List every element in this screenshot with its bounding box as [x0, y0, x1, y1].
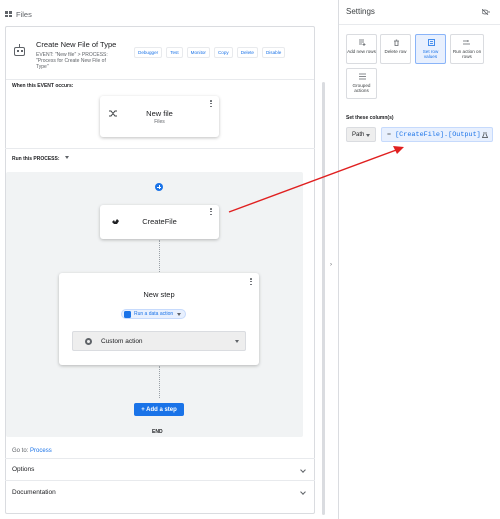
event-title: New file	[146, 109, 173, 118]
settings-title: Settings	[346, 7, 375, 16]
tile-run-action-on-rows[interactable]: Run action on rows	[450, 34, 484, 64]
expression-input[interactable]: = [CreateFile].[Output]	[381, 127, 493, 142]
automation-title: Create New File of Type	[36, 40, 117, 49]
debugger-button[interactable]: Debugger	[134, 47, 163, 58]
chevron-down-icon	[366, 134, 370, 137]
tile-label: Set row values	[422, 49, 439, 60]
step-createfile-card[interactable]: CreateFile	[100, 205, 219, 239]
set-values-icon	[428, 39, 435, 46]
chevron-down-icon	[300, 489, 306, 495]
settings-panel: Settings Add new rows Delete row Set row…	[338, 0, 500, 519]
files-header[interactable]: Files	[0, 0, 320, 28]
chevron-down-icon	[177, 312, 182, 316]
custom-action-select[interactable]: Custom action	[72, 331, 246, 351]
step-new-card[interactable]: New step Run a data action Custom action	[59, 273, 259, 365]
test-button[interactable]: Test	[166, 47, 183, 58]
column-value: Path	[352, 131, 365, 138]
equals-sign: =	[387, 130, 392, 139]
tile-set-row-values[interactable]: Set row values	[415, 34, 446, 64]
column-select[interactable]: Path	[346, 127, 376, 142]
trash-icon	[394, 39, 399, 46]
chevron-down-icon	[300, 467, 306, 473]
connector	[159, 366, 160, 398]
tile-label: Add new rows	[347, 49, 376, 54]
list-icon	[359, 73, 366, 80]
add-rows-icon	[359, 39, 366, 46]
documentation-label: Documentation	[12, 489, 56, 496]
step-new-title: New step	[143, 290, 175, 299]
tile-label: Delete row	[384, 49, 407, 54]
tile-add-new-rows[interactable]: Add new rows	[346, 34, 377, 64]
step-createfile-menu-icon[interactable]	[210, 208, 212, 216]
step-new-menu-icon[interactable]	[250, 278, 252, 286]
panel-splitter-icon[interactable]: ›	[330, 262, 332, 268]
automation-subtitle: EVENT: "New file" > PROCESS: "Process fo…	[36, 52, 108, 70]
tile-label: Run action on rows	[452, 49, 482, 60]
automation-editor: Files Create New File of Type EVENT: "Ne…	[0, 0, 500, 519]
gear-icon	[85, 337, 92, 345]
goto-process-link[interactable]: Process	[30, 448, 52, 454]
delete-button[interactable]: Delete	[236, 47, 258, 58]
automation-actions: Debugger Test Monitor Copy Delete Disabl…	[134, 47, 286, 58]
options-section[interactable]: Options	[5, 458, 315, 480]
event-subtitle: Files	[154, 119, 165, 125]
scrollbar[interactable]	[322, 82, 325, 515]
event-label: When this EVENT occurs:	[12, 83, 74, 89]
tile-label: Grouped actions	[352, 83, 371, 94]
options-label: Options	[12, 466, 35, 473]
event-card[interactable]: New file Files	[100, 96, 219, 137]
add-step-button[interactable]: + Add a step	[134, 403, 184, 416]
run-action-icon	[463, 40, 470, 45]
automation-header: Create New File of Type EVENT: "New file…	[6, 27, 314, 79]
set-columns-label: Set these column(s)	[346, 115, 394, 121]
add-step-plus-icon[interactable]	[155, 183, 163, 191]
data-action-icon	[124, 310, 131, 318]
tile-grouped-actions[interactable]: Grouped actions	[346, 68, 377, 99]
run-data-action-chip[interactable]: Run a data action	[121, 309, 187, 319]
connector	[159, 240, 160, 272]
flask-icon[interactable]	[482, 132, 488, 138]
monitor-button[interactable]: Monitor	[186, 47, 210, 58]
disable-button[interactable]: Disable	[261, 47, 286, 58]
visibility-off-icon[interactable]	[482, 9, 490, 15]
robot-icon	[14, 44, 25, 56]
step-createfile-title: CreateFile	[142, 217, 177, 226]
chevron-down-icon	[64, 156, 69, 159]
documentation-section[interactable]: Documentation	[5, 480, 315, 504]
goto-link-row: Go to: Process	[12, 448, 52, 454]
tile-delete-row[interactable]: Delete row	[380, 34, 411, 64]
files-label: Files	[16, 9, 32, 19]
goto-prefix: Go to:	[12, 448, 29, 454]
divider	[339, 24, 500, 25]
divider	[5, 148, 315, 149]
copy-button[interactable]: Copy	[213, 47, 233, 58]
process-label[interactable]: Run this PROCESS:	[12, 156, 69, 162]
divider	[6, 79, 314, 80]
expression-value: [CreateFile].[Output]	[395, 130, 481, 139]
event-menu-icon[interactable]	[210, 100, 212, 108]
chevron-down-icon	[235, 340, 239, 343]
end-label: END	[152, 429, 163, 435]
grid-icon	[5, 11, 12, 17]
select-value: Custom action	[101, 337, 143, 345]
chip-label: Run a data action	[134, 311, 174, 317]
